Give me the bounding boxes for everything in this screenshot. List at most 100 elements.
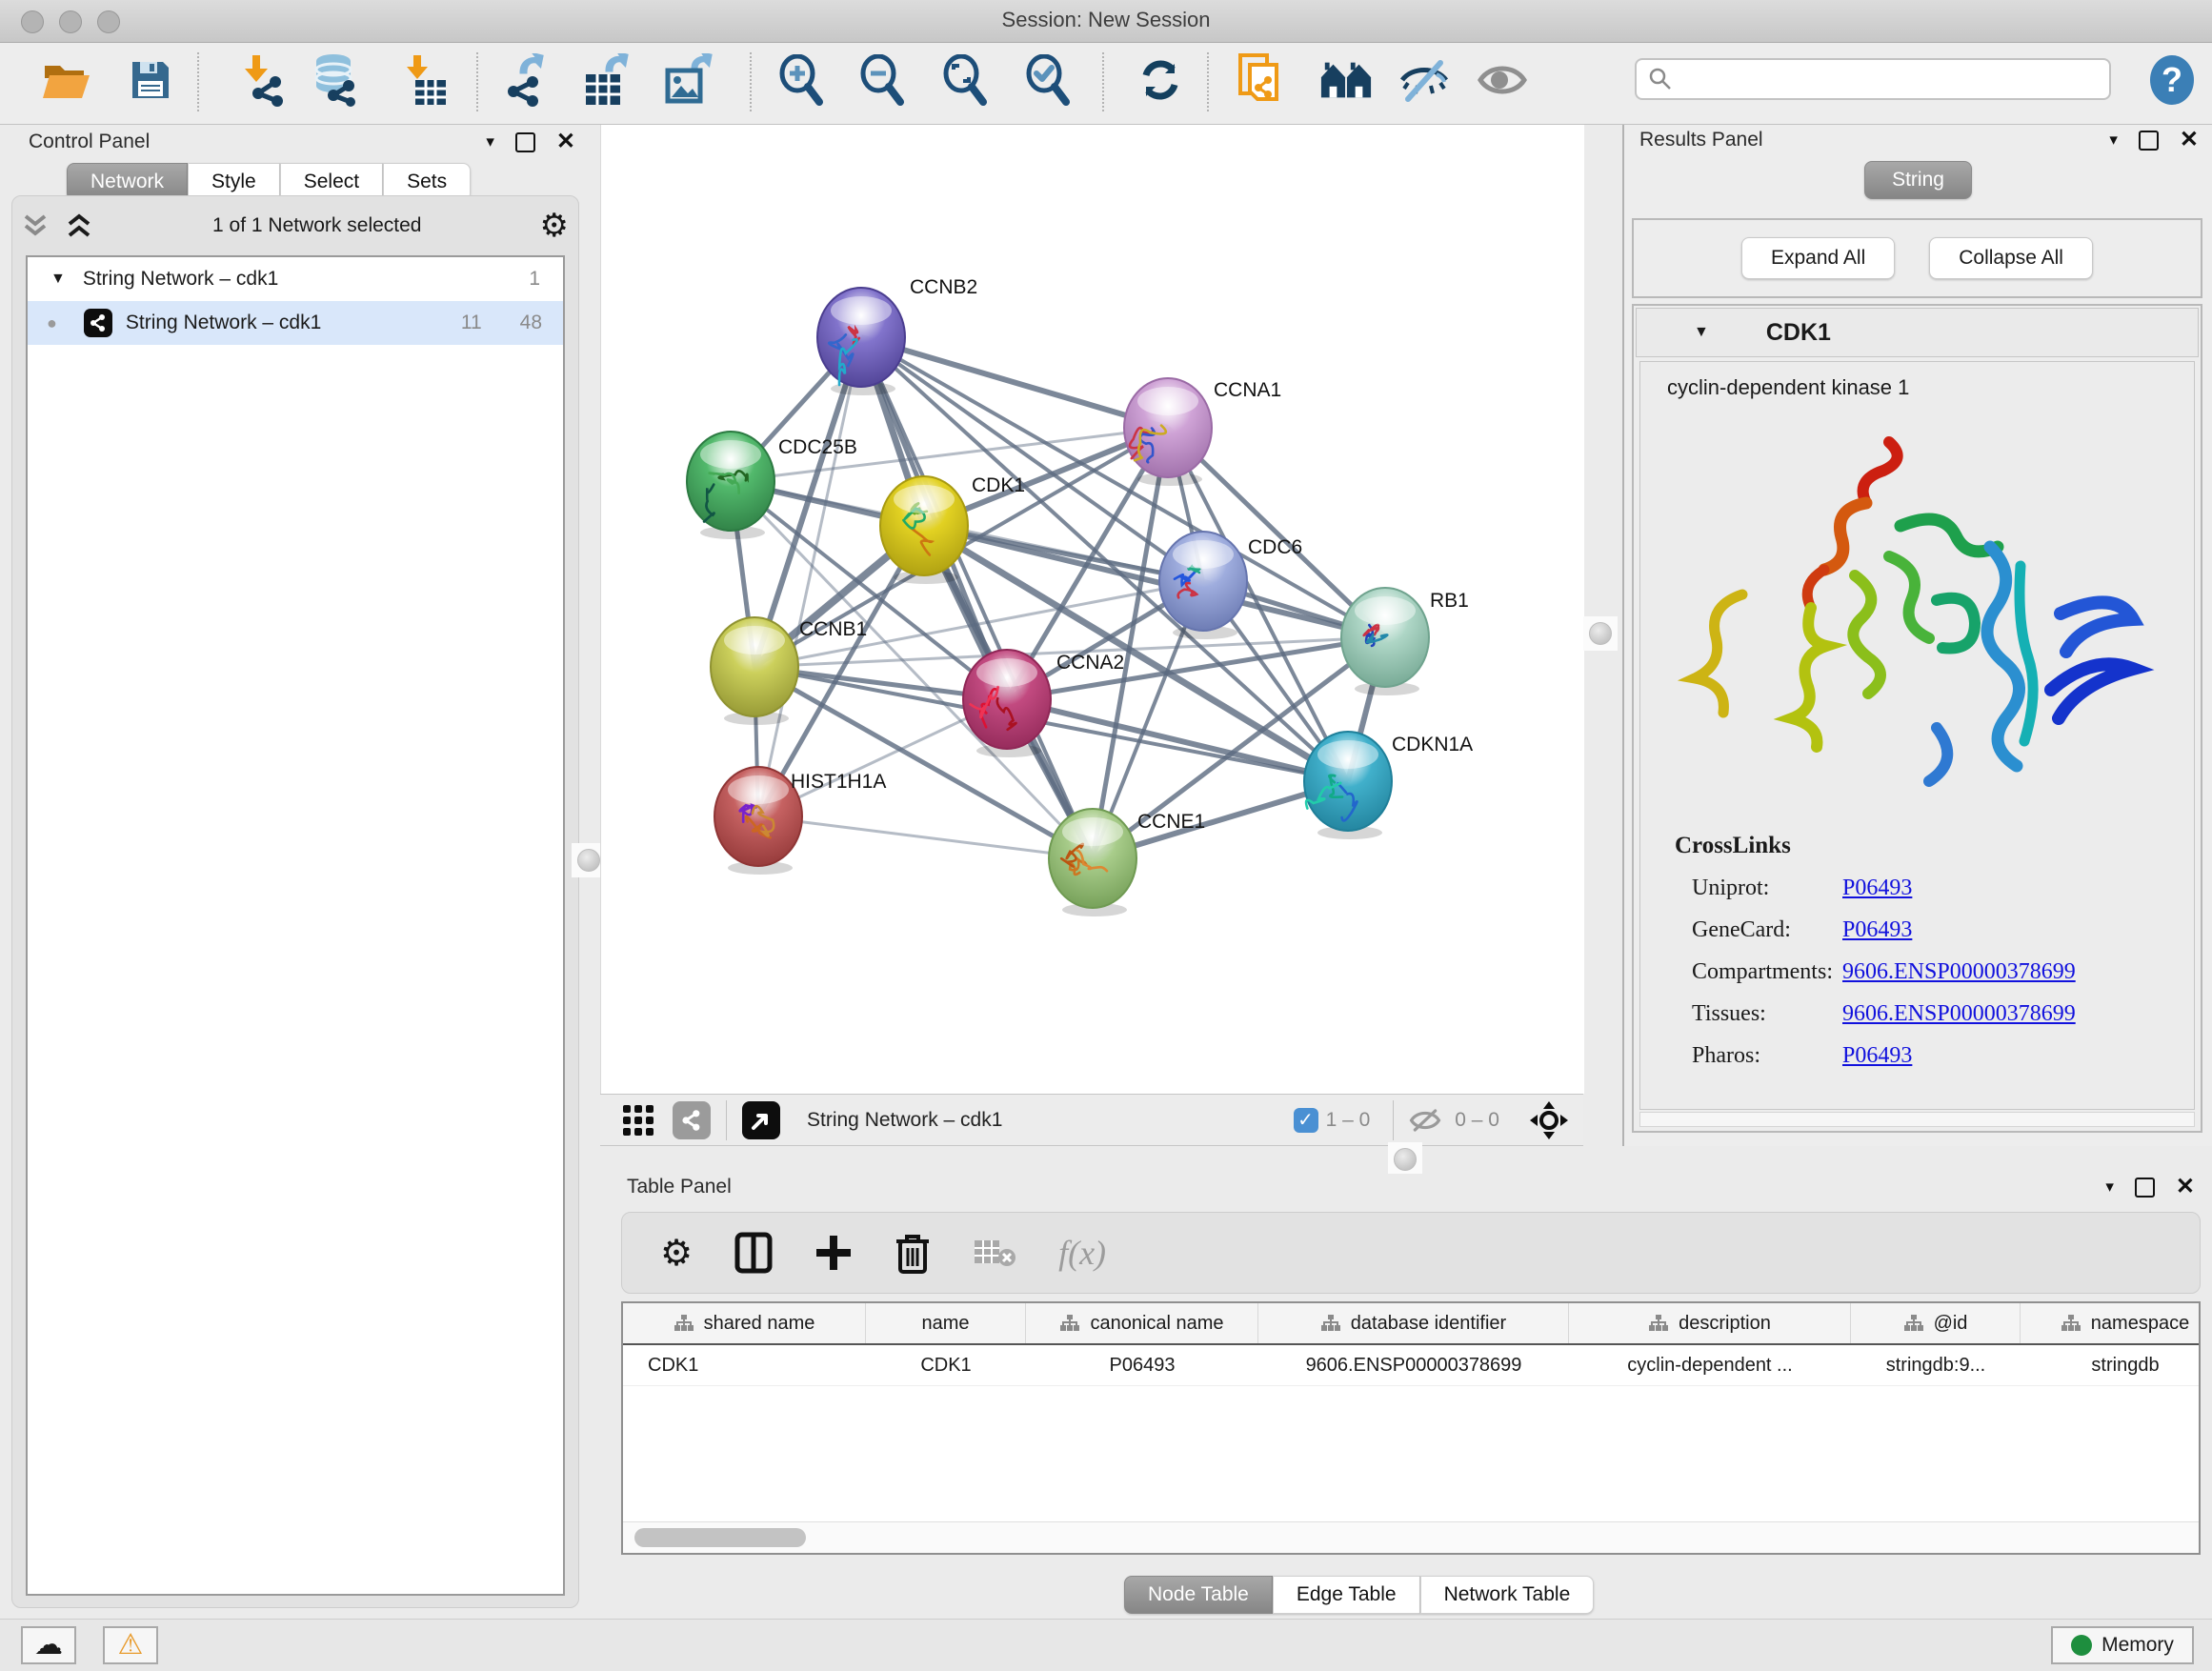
collapse-all-icon[interactable] (22, 212, 50, 239)
duplicate-network-button[interactable] (1235, 53, 1288, 107)
network-edge[interactable] (758, 337, 861, 816)
memory-button[interactable]: Memory (2051, 1626, 2194, 1664)
table-cell[interactable]: cyclin-dependent ... (1569, 1345, 1851, 1385)
import-table-button[interactable] (399, 53, 452, 107)
network-node-cdk1[interactable] (878, 474, 970, 592)
network-node-cdc6[interactable] (1157, 530, 1249, 647)
maximize-panel-icon[interactable] (515, 132, 535, 152)
first-neighbors-button[interactable] (1319, 53, 1373, 107)
zoom-fit-button[interactable] (938, 53, 992, 107)
close-panel-icon[interactable]: ✕ (2180, 129, 2199, 151)
tab-edge-table[interactable]: Edge Table (1273, 1576, 1420, 1614)
column-header-description[interactable]: description (1569, 1303, 1851, 1343)
maximize-panel-icon[interactable] (2135, 1178, 2155, 1198)
close-panel-icon[interactable]: ✕ (2176, 1176, 2195, 1198)
cloud-status-button[interactable]: ☁ (21, 1626, 76, 1664)
close-panel-icon[interactable]: ✕ (556, 131, 575, 153)
refresh-icon (1136, 56, 1184, 104)
table-cell[interactable]: P06493 (1026, 1345, 1258, 1385)
maximize-panel-icon[interactable] (2139, 131, 2159, 151)
crosslink-value-link[interactable]: 9606.ENSP00000378699 (1842, 959, 2076, 985)
hide-selected-button[interactable] (1398, 53, 1451, 107)
crosslink-value-link[interactable]: 9606.ENSP00000378699 (1842, 1001, 2076, 1027)
network-node-rb1[interactable] (1339, 586, 1431, 703)
network-node-ccnb1[interactable] (709, 615, 800, 733)
network-node-ccna1[interactable] (1122, 376, 1214, 493)
search-input[interactable] (1673, 68, 2098, 91)
right-splitter-handle[interactable] (1583, 616, 1618, 651)
table-cell[interactable]: stringdb (2021, 1345, 2201, 1385)
birdseye-toggle-icon[interactable] (742, 1101, 780, 1139)
table-settings-gear-icon[interactable]: ⚙ (660, 1235, 693, 1271)
column-header-namespace[interactable]: namespace (2021, 1303, 2201, 1343)
float-panel-icon[interactable]: ▾ (2109, 131, 2118, 150)
network-node-cdc25b[interactable] (685, 430, 776, 547)
node-table[interactable]: shared namenamecanonical namedatabase id… (621, 1301, 2201, 1555)
gene-section-header[interactable]: ▼ CDK1 (1636, 308, 2199, 357)
expand-all-icon[interactable] (66, 212, 94, 239)
share-view-icon[interactable] (673, 1101, 711, 1139)
export-table-button[interactable] (581, 53, 634, 107)
results-scrollbar[interactable] (1639, 1112, 2195, 1127)
column-header-name[interactable]: name (866, 1303, 1026, 1343)
apply-layout-button[interactable] (1134, 53, 1187, 107)
grid-view-icon[interactable] (621, 1103, 655, 1137)
delete-table-icon[interactable] (973, 1237, 1016, 1269)
table-cell[interactable]: CDK1 (623, 1345, 866, 1385)
collection-expand-icon[interactable]: ▼ (50, 271, 66, 288)
network-collection-row[interactable]: ▼ String Network – cdk1 1 (28, 257, 563, 301)
help-button[interactable]: ? (2145, 53, 2199, 107)
column-header--id[interactable]: @id (1851, 1303, 2021, 1343)
show-all-button[interactable] (1476, 53, 1529, 107)
table-cell[interactable]: CDK1 (866, 1345, 1026, 1385)
selected-checkbox-icon[interactable]: ✓ (1294, 1108, 1318, 1133)
add-column-icon[interactable] (814, 1234, 853, 1272)
export-image-button[interactable] (663, 53, 716, 107)
tab-node-table[interactable]: Node Table (1124, 1576, 1273, 1614)
save-session-button[interactable] (124, 53, 177, 107)
function-builder-icon[interactable]: f(x) (1058, 1233, 1106, 1273)
crosslink-value-link[interactable]: P06493 (1842, 917, 1912, 943)
crosslink-value-link[interactable]: P06493 (1842, 1043, 1912, 1069)
column-header-database-identifier[interactable]: database identifier (1258, 1303, 1569, 1343)
crosslink-value-link[interactable]: P06493 (1842, 876, 1912, 901)
table-cell[interactable]: 9606.ENSP00000378699 (1258, 1345, 1569, 1385)
network-options-gear-icon[interactable]: ⚙ (540, 210, 569, 242)
zoom-out-icon (857, 54, 907, 106)
network-node-ccna2[interactable] (961, 648, 1053, 765)
column-header-shared-name[interactable]: shared name (623, 1303, 866, 1343)
float-panel-icon[interactable]: ▾ (2105, 1178, 2114, 1197)
column-header-canonical-name[interactable]: canonical name (1026, 1303, 1258, 1343)
network-edge[interactable] (861, 337, 1093, 858)
expand-all-button[interactable]: Expand All (1741, 237, 1895, 279)
table-horizontal-scrollbar[interactable] (623, 1521, 2199, 1553)
import-network-from-database-button[interactable] (310, 53, 363, 107)
zoom-selected-button[interactable] (1021, 53, 1075, 107)
table-cell[interactable]: stringdb:9... (1851, 1345, 2021, 1385)
collapse-all-button[interactable]: Collapse All (1929, 237, 2093, 279)
network-node-ccne1[interactable] (1047, 807, 1138, 924)
columns-icon[interactable] (734, 1232, 773, 1274)
export-network-button[interactable] (498, 53, 552, 107)
network-row[interactable]: ● String Network – cdk1 11 48 (28, 301, 563, 345)
table-row[interactable]: CDK1CDK1P064939606.ENSP00000378699cyclin… (623, 1345, 2199, 1386)
node-label-ccnb2: CCNB2 (910, 276, 977, 299)
tab-string[interactable]: String (1864, 161, 1972, 199)
float-panel-icon[interactable]: ▾ (486, 132, 494, 151)
export-image-icon (664, 53, 715, 107)
network-node-ccnb2[interactable] (815, 286, 907, 403)
warnings-button[interactable]: ⚠ (103, 1626, 158, 1664)
network-node-cdkn1a[interactable] (1302, 730, 1394, 847)
network-edge[interactable] (758, 816, 1093, 858)
gene-collapse-icon[interactable]: ▼ (1694, 324, 1709, 341)
zoom-in-button[interactable] (774, 53, 828, 107)
network-canvas[interactable]: CCNB2CCNA1CDC25BCDK1CDC6RB1CCNB1CCNA2CDK… (600, 125, 1584, 1094)
scrollbar-thumb[interactable] (634, 1528, 806, 1547)
bottom-splitter-handle[interactable] (1388, 1142, 1422, 1177)
pan-crosshair-icon[interactable] (1528, 1099, 1570, 1141)
zoom-out-button[interactable] (855, 53, 909, 107)
open-session-button[interactable] (40, 53, 93, 107)
delete-column-trash-icon[interactable] (895, 1232, 931, 1274)
import-network-button[interactable] (237, 53, 291, 107)
tab-network-table[interactable]: Network Table (1420, 1576, 1595, 1614)
